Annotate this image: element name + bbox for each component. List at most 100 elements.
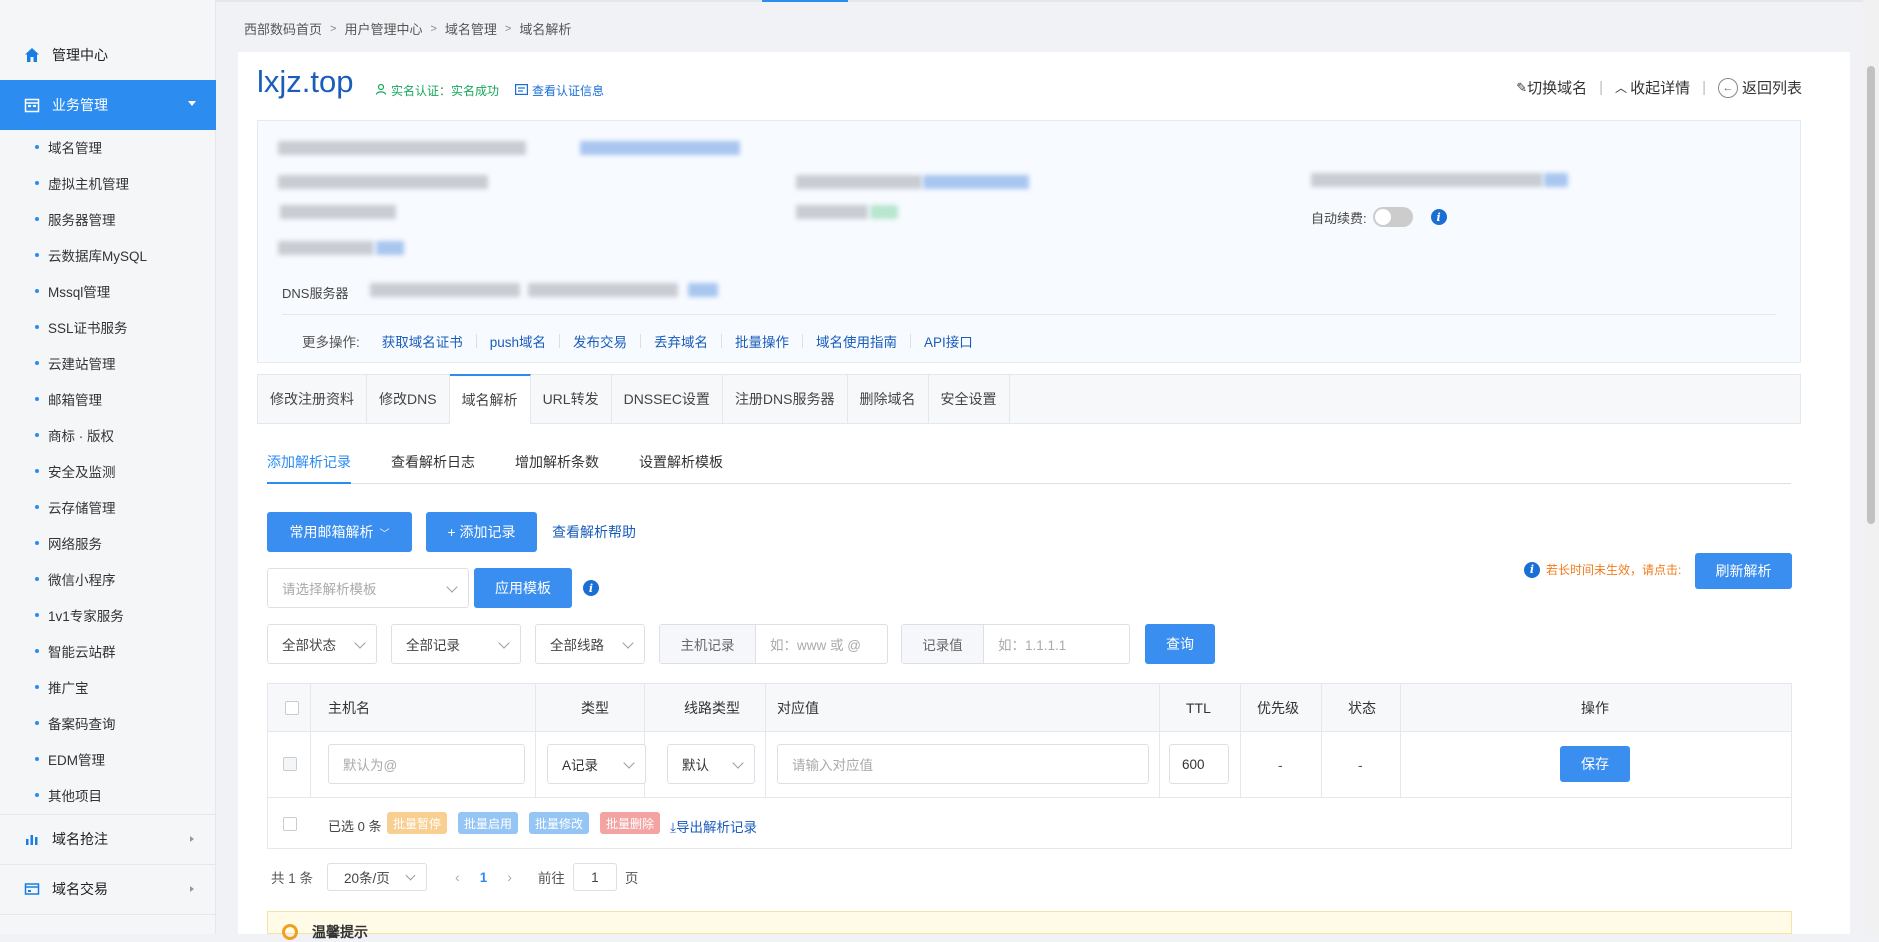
sidebar-item-management-center[interactable]: 管理中心 [0, 30, 216, 80]
tab-dns-resolve[interactable]: 域名解析 [449, 374, 531, 424]
tab-url-forward[interactable]: URL转发 [531, 375, 612, 423]
sidebar-item[interactable]: 邮箱管理 [0, 381, 216, 417]
op-drop-domain[interactable]: 丢弃域名 [654, 331, 708, 351]
export-records-link[interactable]: ⤓导出解析记录 [670, 816, 757, 836]
page-number[interactable]: 1 [480, 870, 488, 885]
info-icon[interactable]: i [1430, 209, 1447, 225]
footer-checkbox[interactable] [283, 817, 297, 831]
line-filter[interactable]: 全部线路 [535, 624, 645, 664]
tab-edit-registration[interactable]: 修改注册资料 [258, 375, 367, 423]
sidebar-item[interactable]: SSL证书服务 [0, 309, 216, 345]
main-tabs: 修改注册资料 修改DNS 域名解析 URL转发 DNSSEC设置 注册DNS服务… [257, 374, 1801, 424]
sidebar-item[interactable]: 商标 · 版权 [0, 417, 216, 453]
sidebar-item[interactable]: 云数据库MySQL [0, 237, 216, 273]
status-filter[interactable]: 全部状态 [267, 624, 377, 664]
mail-resolve-button[interactable]: 常用邮箱解析 ﹀ [267, 512, 412, 552]
prev-page-icon[interactable]: ‹ [455, 869, 460, 885]
caret-down-icon [188, 101, 196, 106]
subtab-template[interactable]: 设置解析模板 [639, 452, 723, 484]
tab-dnssec[interactable]: DNSSEC设置 [612, 375, 723, 423]
next-page-icon[interactable]: › [507, 869, 512, 885]
tab-register-dns-server[interactable]: 注册DNS服务器 [723, 375, 848, 423]
chevron-down-icon [732, 757, 744, 769]
chevron-down-icon [622, 637, 634, 649]
op-push-domain[interactable]: push域名 [490, 331, 546, 351]
template-select[interactable]: 请选择解析模板 [267, 568, 469, 608]
sidebar-item[interactable]: 云建站管理 [0, 345, 216, 381]
tab-security[interactable]: 安全设置 [929, 375, 1010, 423]
tab-delete-domain[interactable]: 删除域名 [848, 375, 929, 423]
breadcrumb-home[interactable]: 西部数码首页 [244, 19, 322, 38]
scrollbar-thumb[interactable] [1867, 66, 1875, 524]
subtab-view-log[interactable]: 查看解析日志 [391, 452, 475, 484]
add-record-button[interactable]: + 添加记录 [426, 512, 537, 552]
batch-edit-button[interactable]: 批量修改 [529, 812, 590, 834]
sidebar-item[interactable]: 安全及监测 [0, 453, 216, 489]
switch-domain-button[interactable]: 切换域名 [1527, 77, 1587, 98]
sidebar-item[interactable]: 云存储管理 [0, 489, 216, 525]
sidebar-item[interactable]: 域名管理 [0, 129, 216, 165]
batch-enable-button[interactable]: 批量启用 [458, 812, 519, 834]
redacted-link [580, 141, 740, 155]
query-button[interactable]: 查询 [1145, 624, 1215, 664]
table-header: 主机名 类型 线路类型 对应值 TTL 优先级 状态 操作 [268, 684, 1791, 732]
scrollbar[interactable] [1863, 0, 1879, 934]
back-to-list-button[interactable]: 返回列表 [1742, 77, 1802, 98]
op-api[interactable]: API接口 [924, 331, 973, 351]
redacted-text [370, 283, 520, 297]
line-select-value: 默认 [682, 758, 709, 773]
apply-template-button[interactable]: 应用模板 [474, 568, 572, 608]
verify-info-link[interactable]: 查看认证信息 [515, 82, 604, 99]
line-select[interactable]: 默认 [667, 744, 755, 784]
page-suffix: 页 [624, 871, 639, 886]
redacted-text [528, 283, 678, 297]
collapse-details-button[interactable]: 收起详情 [1630, 77, 1690, 98]
ttl-input[interactable]: 600 [1169, 744, 1229, 784]
op-batch[interactable]: 批量操作 [735, 331, 789, 351]
op-get-certificate[interactable]: 获取域名证书 [382, 331, 463, 351]
host-filter-input[interactable]: 如：www 或 @ [756, 625, 861, 663]
op-guide[interactable]: 域名使用指南 [816, 331, 897, 351]
refresh-resolve-button[interactable]: 刷新解析 [1695, 553, 1792, 589]
value-filter-input[interactable]: 如：1.1.1.1 [984, 625, 1066, 663]
breadcrumb-domain-manage[interactable]: 域名管理 [445, 19, 497, 38]
auto-renew-toggle[interactable] [1372, 207, 1413, 227]
sidebar-item[interactable]: 服务器管理 [0, 201, 216, 237]
redacted-link [688, 283, 718, 297]
sidebar-item[interactable]: 虚拟主机管理 [0, 165, 216, 201]
subtab-add-record[interactable]: 添加解析记录 [267, 452, 351, 484]
th-ttl: TTL [1186, 700, 1211, 716]
goto-input[interactable]: 1 [572, 863, 617, 891]
sidebar-item[interactable]: 智能云站群 [0, 633, 216, 669]
row-checkbox[interactable] [283, 757, 297, 771]
tab-edit-dns[interactable]: 修改DNS [367, 375, 450, 423]
sidebar-item[interactable]: Mssql管理 [0, 273, 216, 309]
sidebar-group-domain-snap[interactable]: 域名抢注 [0, 814, 216, 864]
sidebar-item[interactable]: 1v1专家服务 [0, 597, 216, 633]
sidebar-item[interactable]: 其他项目 [0, 777, 216, 813]
page-size-select[interactable]: 20条/页 [327, 863, 428, 891]
sidebar-group-domain-trade[interactable]: 域名交易 [0, 864, 216, 914]
redacted-text [796, 205, 868, 219]
th-action: 操作 [1581, 700, 1609, 716]
sidebar-item[interactable]: 推广宝 [0, 669, 216, 705]
sidebar-item[interactable]: 网络服务 [0, 525, 216, 561]
value-input[interactable]: 请输入对应值 [777, 744, 1149, 784]
sidebar-item[interactable]: 备案码查询 [0, 705, 216, 741]
sidebar-item[interactable]: EDM管理 [0, 741, 216, 777]
record-filter[interactable]: 全部记录 [391, 624, 521, 664]
info-icon[interactable]: i [583, 580, 599, 596]
select-all-checkbox[interactable] [285, 701, 299, 715]
batch-delete-button[interactable]: 批量删除 [600, 812, 661, 834]
sidebar-group-business[interactable]: 业务管理 [0, 80, 216, 130]
breadcrumb-user-center[interactable]: 用户管理中心 [344, 19, 422, 38]
sidebar-item[interactable]: 微信小程序 [0, 561, 216, 597]
type-select[interactable]: A记录 [547, 744, 646, 784]
resolve-help-link[interactable]: 查看解析帮助 [552, 522, 636, 542]
host-input[interactable]: 默认为@ [328, 744, 525, 784]
save-button[interactable]: 保存 [1560, 746, 1630, 782]
subtab-add-quota[interactable]: 增加解析条数 [515, 452, 599, 484]
id-card-icon [515, 83, 529, 98]
batch-pause-button[interactable]: 批量暂停 [387, 812, 448, 834]
op-publish-trade[interactable]: 发布交易 [573, 331, 627, 351]
